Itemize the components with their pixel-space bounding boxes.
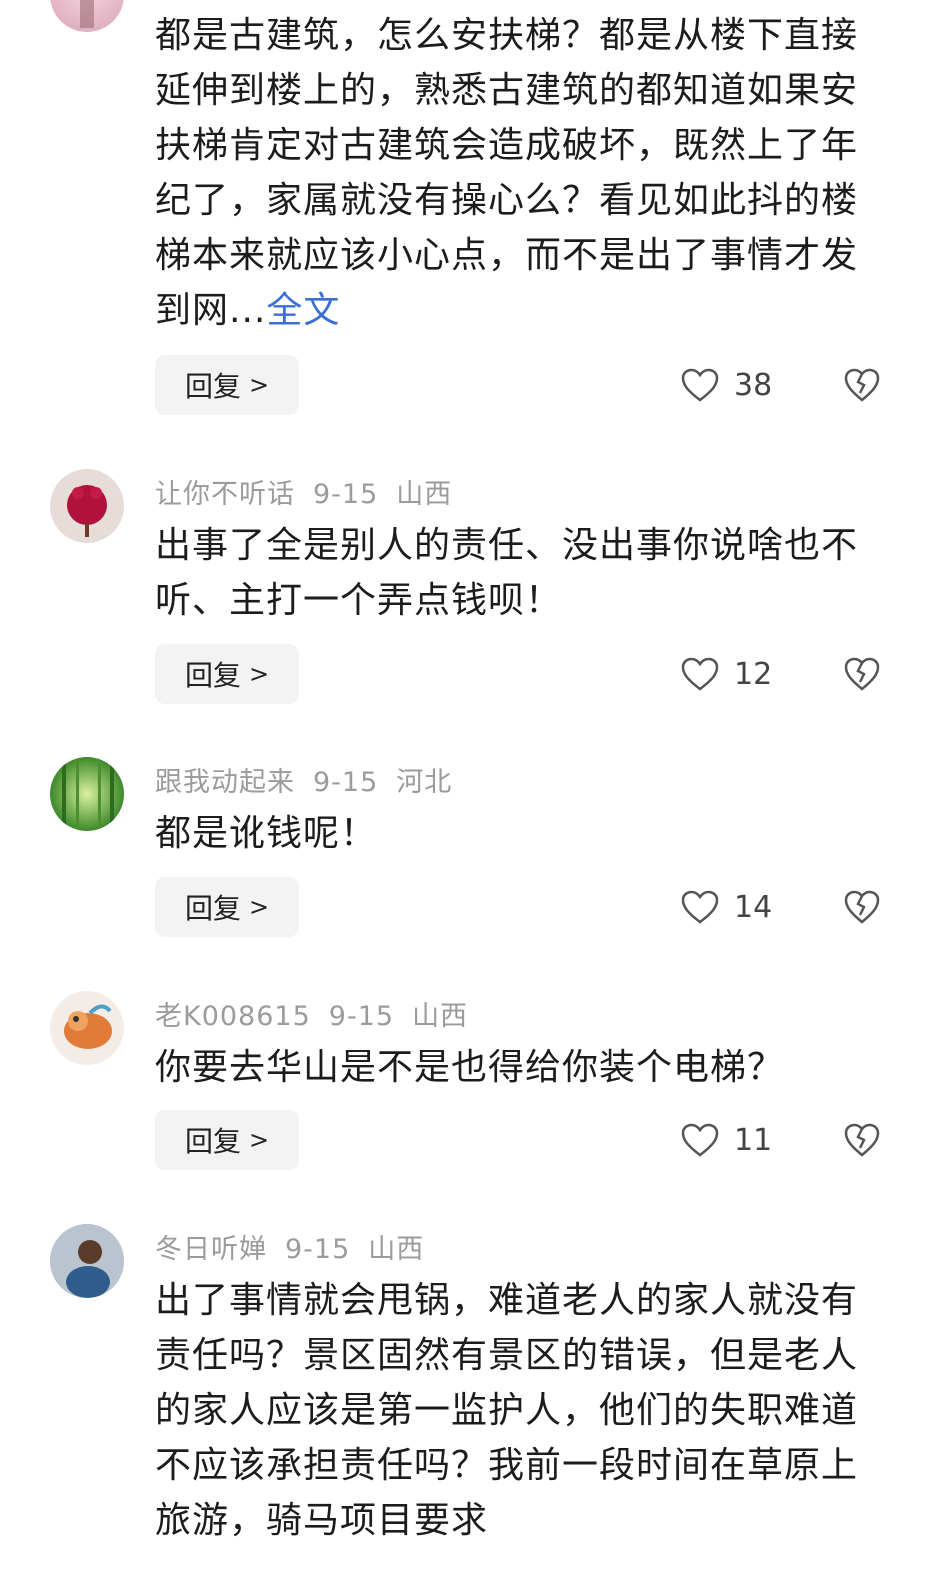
comment-meta: 让你不听话 9-15 山西 [155, 472, 470, 511]
chevron-right-icon: > [248, 1126, 270, 1154]
expand-full-text-link[interactable]: 全文 [266, 290, 340, 331]
broken-heart-icon[interactable] [842, 1120, 882, 1160]
comment-location: 山西 [396, 479, 453, 510]
comment-location: 山西 [412, 1001, 469, 1032]
avatar-image [64, 1004, 112, 1049]
avatar-image [67, 485, 107, 537]
reply-button[interactable]: 回复 > [155, 355, 299, 415]
reply-label: 回复 [184, 1125, 241, 1158]
heart-outline-icon [681, 368, 719, 402]
avatar-image [80, 0, 94, 28]
comment-date: 9-15 [313, 767, 379, 798]
comment-date: 9-15 [285, 1234, 351, 1265]
like-button[interactable]: 12 [680, 652, 772, 696]
heart-outline-icon [681, 890, 719, 924]
comment-text: 都是古建筑，怎么安扶梯？都是从楼下直接延伸到楼上的，熟悉古建筑的都知道如果安扶梯… [155, 15, 859, 331]
like-count: 11 [734, 1122, 773, 1158]
heart-outline-icon [681, 1123, 719, 1157]
like-button[interactable]: 11 [680, 1118, 772, 1162]
comment-text: 出事了全是别人的责任、没出事你说啥也不听、主打一个弄点钱呗！ [155, 525, 859, 621]
avatar-image [50, 1224, 124, 1298]
reply-label: 回复 [184, 659, 241, 692]
username[interactable]: 让你不听话 [155, 479, 295, 510]
chevron-right-icon: > [248, 893, 270, 921]
comment-meta: 冬日听婵 9-15 山西 [155, 1227, 442, 1266]
heart-outline-icon [681, 657, 719, 691]
comment-date: 9-15 [328, 1001, 395, 1032]
broken-heart-icon[interactable] [842, 887, 882, 927]
like-button[interactable]: 38 [680, 363, 772, 407]
username[interactable]: 跟我动起来 [155, 767, 295, 798]
reply-label: 回复 [184, 370, 241, 403]
reply-label: 回复 [184, 892, 241, 925]
avatar-image [62, 757, 114, 831]
like-count: 38 [734, 367, 773, 403]
chevron-right-icon: > [248, 371, 270, 399]
comment-date: 9-15 [313, 479, 379, 510]
avatar[interactable] [50, 1224, 124, 1298]
avatar[interactable] [50, 0, 124, 32]
avatar[interactable] [50, 469, 124, 543]
username[interactable]: 老K008615 [155, 1001, 311, 1032]
avatar[interactable] [50, 991, 124, 1065]
reply-button[interactable]: 回复 > [155, 1110, 299, 1170]
comment-meta: 老K008615 9-15 山西 [155, 994, 486, 1033]
reply-button[interactable]: 回复 > [155, 644, 299, 704]
comment-text: 出了事情就会甩锅，难道老人的家人就没有责任吗？景区固然有景区的错误，但是老人的家… [155, 1280, 859, 1541]
comment-location: 河北 [396, 767, 453, 798]
reply-button[interactable]: 回复 > [155, 877, 299, 937]
comment-meta: 跟我动起来 9-15 河北 [155, 760, 470, 799]
like-count: 14 [734, 889, 773, 925]
broken-heart-icon[interactable] [842, 365, 882, 405]
comment-text: 你要去华山是不是也得给你装个电梯？ [155, 1047, 785, 1088]
like-button[interactable]: 14 [680, 885, 772, 929]
comment-text: 都是讹钱呢！ [155, 813, 378, 854]
avatar[interactable] [50, 757, 124, 831]
comment-location: 山西 [368, 1234, 425, 1265]
like-count: 12 [734, 656, 773, 692]
chevron-right-icon: > [248, 660, 270, 688]
broken-heart-icon[interactable] [842, 654, 882, 694]
username[interactable]: 冬日听婵 [155, 1234, 267, 1265]
